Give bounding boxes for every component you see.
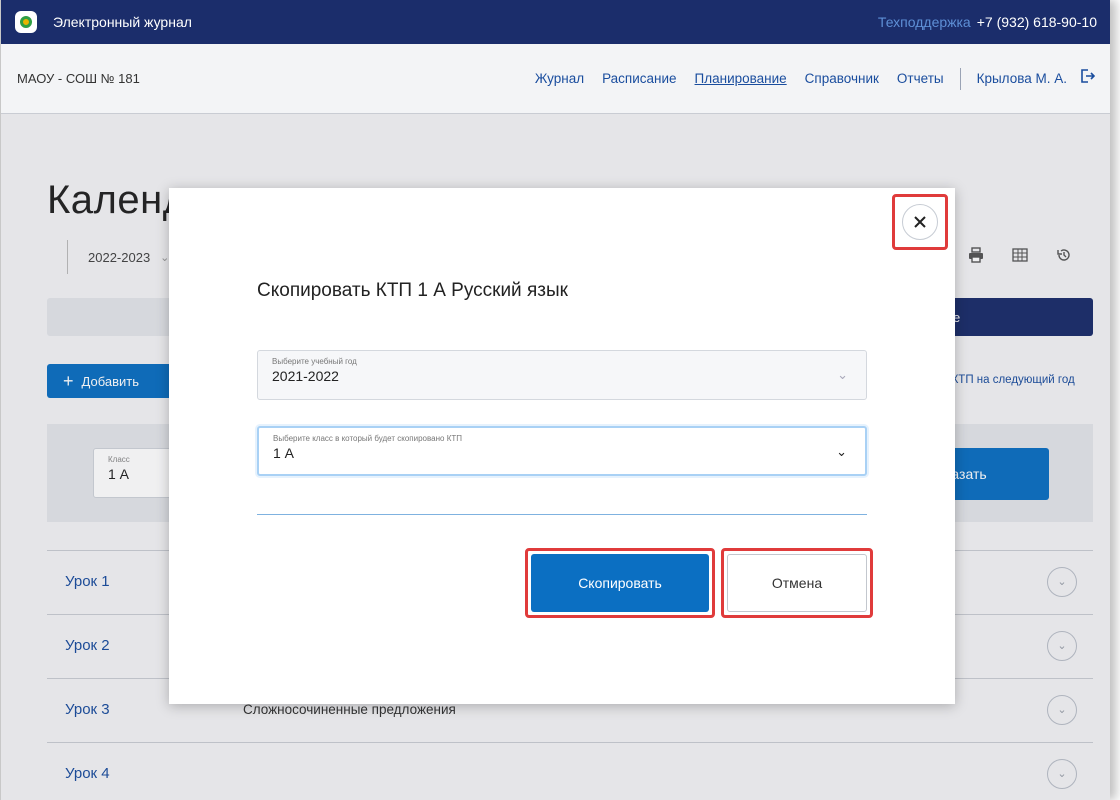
copy-ktp-dialog: Скопировать КТП 1 А Русский язык Выберит… — [169, 188, 955, 704]
nav-link-reference[interactable]: Справочник — [805, 71, 879, 86]
chevron-down-icon: ⌄ — [837, 367, 848, 382]
target-class-label: Выберите класс в который будет скопирова… — [273, 434, 462, 443]
dialog-divider — [257, 514, 867, 515]
support-link[interactable]: Техподдержка — [878, 14, 971, 30]
copy-button[interactable]: Скопировать — [531, 554, 709, 612]
target-class-value: 1 А — [273, 445, 295, 461]
school-year-value: 2021-2022 — [272, 368, 339, 384]
nav-bar: МАОУ - СОШ № 181 Журнал Расписание Плани… — [1, 44, 1110, 114]
close-icon[interactable] — [902, 204, 938, 240]
school-year-select[interactable]: Выберите учебный год 2021-2022 ⌄ — [257, 350, 867, 400]
school-name: МАОУ - СОШ № 181 — [17, 71, 140, 86]
nav-link-reports[interactable]: Отчеты — [897, 71, 944, 86]
top-bar: Электронный журнал Техподдержка +7 (932)… — [1, 0, 1110, 44]
dialog-title: Скопировать КТП 1 А Русский язык — [257, 280, 568, 301]
nav-link-schedule[interactable]: Расписание — [602, 71, 676, 86]
nav-link-journal[interactable]: Журнал — [535, 71, 584, 86]
cancel-button[interactable]: Отмена — [727, 554, 867, 612]
user-name[interactable]: Крылова М. А. — [977, 71, 1067, 86]
app-title: Электронный журнал — [53, 14, 192, 30]
target-class-select[interactable]: Выберите класс в который будет скопирова… — [257, 426, 867, 476]
nav-separator — [959, 67, 961, 90]
nav-link-planning[interactable]: Планирование — [695, 71, 787, 86]
logout-icon[interactable] — [1079, 68, 1096, 89]
main-nav: Журнал Расписание Планирование Справочни… — [517, 67, 1096, 90]
support-phone: +7 (932) 618-90-10 — [976, 14, 1097, 30]
app-window: Электронный журнал Техподдержка +7 (932)… — [0, 0, 1110, 800]
app-logo-icon — [15, 11, 37, 33]
chevron-down-icon: ⌄ — [836, 444, 847, 459]
school-year-label: Выберите учебный год — [272, 357, 357, 366]
